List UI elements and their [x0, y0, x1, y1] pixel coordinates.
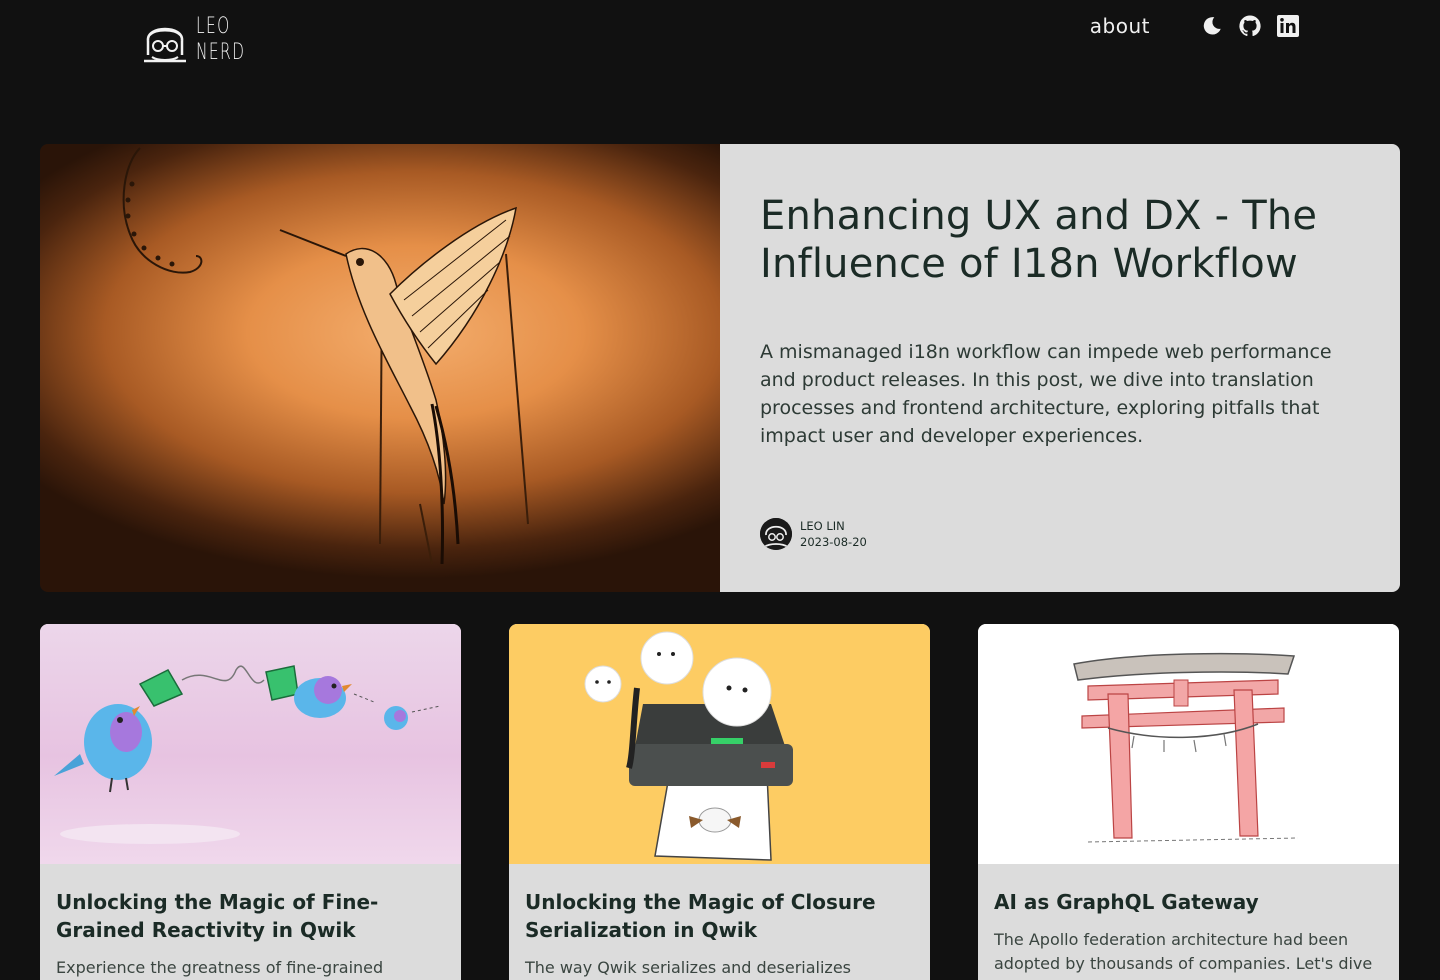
author-meta: LEO LIN 2023-08-20: [800, 518, 867, 550]
hummingbird-illustration: [122, 147, 529, 565]
post-card-image: [978, 624, 1399, 864]
post-card-title[interactable]: Unlocking the Magic of Fine-Grained Reac…: [56, 888, 445, 944]
featured-post-description: A mismanaged i18n workflow can impede we…: [760, 341, 1332, 447]
post-grid: Unlocking the Magic of Fine-Grained Reac…: [40, 624, 1400, 980]
avatar: [760, 518, 792, 550]
post-card-description: The way Qwik serializes and deserializes: [525, 958, 851, 977]
nav-link-about[interactable]: about: [1090, 14, 1150, 38]
post-card[interactable]: Unlocking the Magic of Closure Serializa…: [509, 624, 930, 980]
logo-line-1: LEO: [196, 14, 231, 39]
post-card-description: Experience the greatness of fine-grained: [56, 958, 384, 977]
logo-wordmark: LEO NERD: [196, 14, 245, 66]
post-card[interactable]: AI as GraphQL Gateway The Apollo federat…: [978, 624, 1399, 980]
github-icon[interactable]: [1238, 14, 1262, 38]
post-card-description: The Apollo federation architecture had b…: [994, 930, 1373, 973]
featured-post-content: Enhancing UX and DX - The Influence of I…: [720, 144, 1400, 592]
logo-line-2: NERD: [196, 40, 246, 65]
post-card-title[interactable]: AI as GraphQL Gateway: [994, 888, 1383, 916]
post-card-image: [509, 624, 930, 864]
post-date: 2023-08-20: [800, 535, 867, 549]
author-name: LEO LIN: [800, 519, 845, 533]
featured-post-title[interactable]: Enhancing UX and DX - The Influence of I…: [760, 192, 1360, 288]
birds-with-cups-illustration: [54, 665, 441, 844]
fax-machine-birds-illustration: [584, 631, 793, 861]
logo-face-icon: [144, 27, 186, 63]
post-card-body: AI as GraphQL Gateway The Apollo federat…: [978, 864, 1399, 976]
main-nav: about: [1090, 14, 1300, 38]
post-card[interactable]: Unlocking the Magic of Fine-Grained Reac…: [40, 624, 461, 980]
featured-post-image: [40, 144, 720, 592]
post-card-body: Unlocking the Magic of Closure Serializa…: [509, 864, 930, 980]
moon-icon[interactable]: [1200, 14, 1224, 38]
linkedin-icon[interactable]: [1276, 14, 1300, 38]
featured-post[interactable]: Enhancing UX and DX - The Influence of I…: [40, 144, 1400, 592]
post-card-body: Unlocking the Magic of Fine-Grained Reac…: [40, 864, 461, 980]
post-card-title[interactable]: Unlocking the Magic of Closure Serializa…: [525, 888, 914, 944]
site-logo[interactable]: LEO NERD: [140, 14, 267, 66]
site-header: LEO NERD about: [0, 0, 1440, 90]
post-card-image: [40, 624, 461, 864]
torii-gate-illustration: [1073, 652, 1299, 843]
author-block: LEO LIN 2023-08-20: [760, 518, 867, 550]
